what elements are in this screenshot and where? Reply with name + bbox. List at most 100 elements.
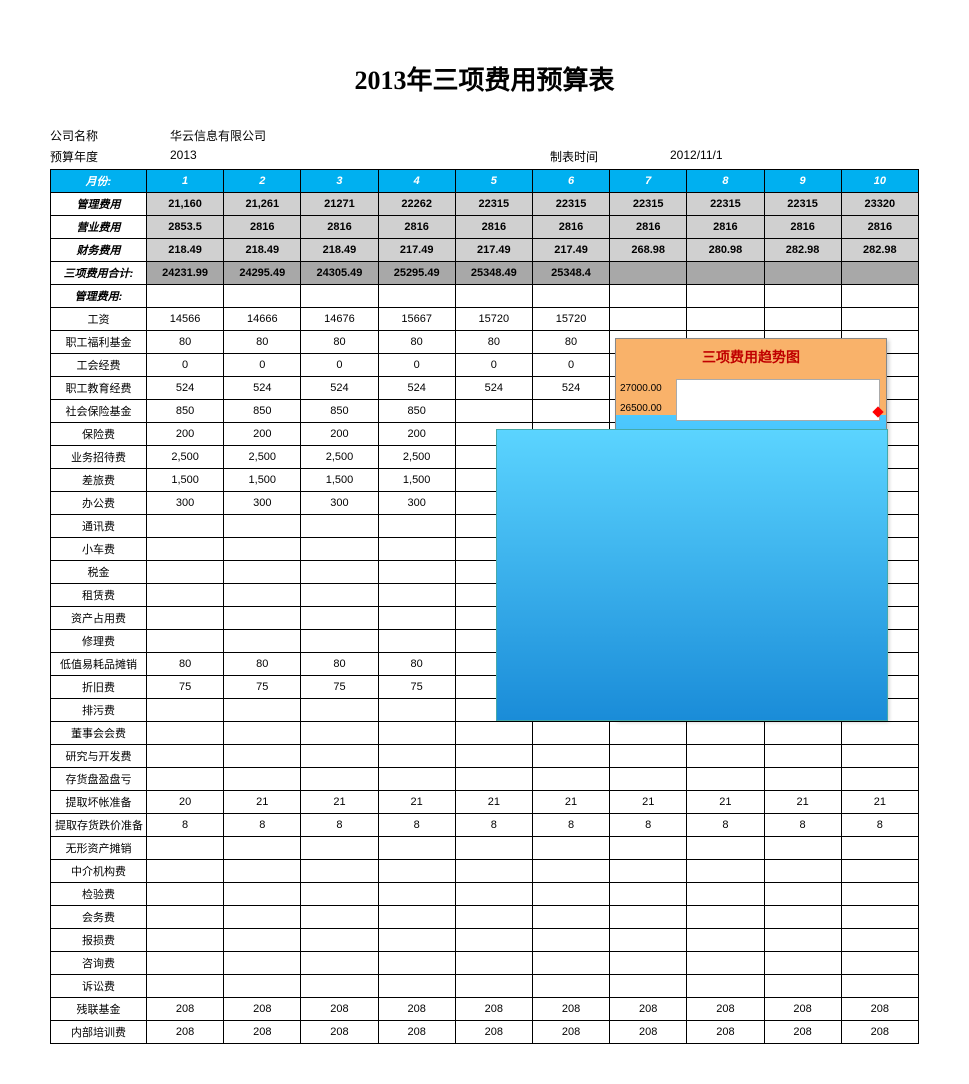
data-cell[interactable]: 208 bbox=[764, 998, 841, 1021]
data-cell[interactable]: 25348.4 bbox=[532, 262, 609, 285]
data-cell[interactable] bbox=[147, 929, 224, 952]
data-cell[interactable] bbox=[764, 906, 841, 929]
data-cell[interactable]: 8 bbox=[687, 814, 764, 837]
data-cell[interactable]: 25295.49 bbox=[378, 262, 455, 285]
data-cell[interactable]: 8 bbox=[764, 814, 841, 837]
data-cell[interactable]: 200 bbox=[224, 423, 301, 446]
data-cell[interactable]: 21 bbox=[610, 791, 687, 814]
data-cell[interactable] bbox=[301, 561, 378, 584]
data-cell[interactable]: 0 bbox=[147, 354, 224, 377]
data-cell[interactable] bbox=[455, 975, 532, 998]
data-cell[interactable]: 200 bbox=[147, 423, 224, 446]
data-cell[interactable]: 2,500 bbox=[147, 446, 224, 469]
data-cell[interactable]: 208 bbox=[532, 1021, 609, 1044]
data-cell[interactable] bbox=[301, 722, 378, 745]
data-cell[interactable]: 300 bbox=[301, 492, 378, 515]
data-cell[interactable] bbox=[841, 308, 918, 331]
data-cell[interactable]: 14666 bbox=[224, 308, 301, 331]
data-cell[interactable] bbox=[841, 883, 918, 906]
data-cell[interactable] bbox=[301, 975, 378, 998]
data-cell[interactable]: 0 bbox=[532, 354, 609, 377]
data-cell[interactable]: 21 bbox=[455, 791, 532, 814]
data-cell[interactable] bbox=[610, 860, 687, 883]
data-cell[interactable]: 8 bbox=[378, 814, 455, 837]
data-cell[interactable] bbox=[610, 308, 687, 331]
data-cell[interactable] bbox=[687, 860, 764, 883]
data-cell[interactable] bbox=[301, 929, 378, 952]
data-cell[interactable] bbox=[224, 906, 301, 929]
data-cell[interactable]: 208 bbox=[301, 1021, 378, 1044]
data-cell[interactable] bbox=[147, 515, 224, 538]
data-cell[interactable] bbox=[378, 561, 455, 584]
data-cell[interactable] bbox=[378, 722, 455, 745]
data-cell[interactable]: 208 bbox=[147, 1021, 224, 1044]
data-cell[interactable]: 208 bbox=[455, 1021, 532, 1044]
data-cell[interactable]: 15720 bbox=[455, 308, 532, 331]
data-cell[interactable] bbox=[301, 883, 378, 906]
data-cell[interactable] bbox=[532, 929, 609, 952]
data-cell[interactable]: 2816 bbox=[764, 216, 841, 239]
data-cell[interactable] bbox=[841, 262, 918, 285]
data-cell[interactable] bbox=[301, 538, 378, 561]
data-cell[interactable] bbox=[610, 745, 687, 768]
data-cell[interactable]: 21 bbox=[532, 791, 609, 814]
data-cell[interactable]: 208 bbox=[764, 1021, 841, 1044]
data-cell[interactable] bbox=[147, 722, 224, 745]
data-cell[interactable] bbox=[147, 538, 224, 561]
data-cell[interactable]: 0 bbox=[301, 354, 378, 377]
data-cell[interactable]: 218.49 bbox=[301, 239, 378, 262]
data-cell[interactable] bbox=[764, 860, 841, 883]
data-cell[interactable] bbox=[610, 906, 687, 929]
data-cell[interactable]: 23320 bbox=[841, 193, 918, 216]
data-cell[interactable]: 22315 bbox=[687, 193, 764, 216]
data-cell[interactable]: 524 bbox=[301, 377, 378, 400]
data-cell[interactable] bbox=[687, 952, 764, 975]
data-cell[interactable] bbox=[687, 837, 764, 860]
data-cell[interactable] bbox=[687, 906, 764, 929]
data-cell[interactable]: 20 bbox=[147, 791, 224, 814]
data-cell[interactable] bbox=[224, 975, 301, 998]
data-cell[interactable] bbox=[224, 722, 301, 745]
data-cell[interactable] bbox=[224, 745, 301, 768]
data-cell[interactable] bbox=[532, 400, 609, 423]
data-cell[interactable] bbox=[224, 630, 301, 653]
data-cell[interactable]: 524 bbox=[147, 377, 224, 400]
data-cell[interactable]: 1,500 bbox=[147, 469, 224, 492]
data-cell[interactable] bbox=[378, 745, 455, 768]
data-cell[interactable] bbox=[224, 561, 301, 584]
data-cell[interactable] bbox=[147, 285, 224, 308]
data-cell[interactable] bbox=[532, 952, 609, 975]
data-cell[interactable]: 524 bbox=[455, 377, 532, 400]
data-cell[interactable]: 208 bbox=[687, 1021, 764, 1044]
data-cell[interactable] bbox=[224, 837, 301, 860]
data-cell[interactable] bbox=[301, 768, 378, 791]
data-cell[interactable] bbox=[532, 722, 609, 745]
data-cell[interactable] bbox=[532, 837, 609, 860]
chart-trend[interactable]: 三项费用趋势图 27000.00 26500.00 bbox=[615, 338, 887, 720]
data-cell[interactable]: 24305.49 bbox=[301, 262, 378, 285]
data-cell[interactable]: 80 bbox=[147, 331, 224, 354]
data-cell[interactable] bbox=[301, 860, 378, 883]
data-cell[interactable]: 208 bbox=[224, 998, 301, 1021]
data-cell[interactable] bbox=[687, 308, 764, 331]
data-cell[interactable]: 208 bbox=[455, 998, 532, 1021]
data-cell[interactable] bbox=[532, 860, 609, 883]
data-cell[interactable] bbox=[224, 929, 301, 952]
data-cell[interactable]: 8 bbox=[224, 814, 301, 837]
data-cell[interactable] bbox=[224, 584, 301, 607]
data-cell[interactable] bbox=[532, 745, 609, 768]
data-cell[interactable] bbox=[764, 722, 841, 745]
data-cell[interactable]: 2816 bbox=[378, 216, 455, 239]
data-cell[interactable]: 524 bbox=[224, 377, 301, 400]
data-cell[interactable]: 22315 bbox=[455, 193, 532, 216]
data-cell[interactable] bbox=[378, 837, 455, 860]
data-cell[interactable]: 8 bbox=[455, 814, 532, 837]
data-cell[interactable] bbox=[455, 860, 532, 883]
data-cell[interactable]: 2816 bbox=[224, 216, 301, 239]
data-cell[interactable]: 1,500 bbox=[301, 469, 378, 492]
data-cell[interactable] bbox=[378, 285, 455, 308]
data-cell[interactable]: 2816 bbox=[532, 216, 609, 239]
data-cell[interactable] bbox=[532, 975, 609, 998]
data-cell[interactable] bbox=[455, 906, 532, 929]
data-cell[interactable]: 2,500 bbox=[301, 446, 378, 469]
